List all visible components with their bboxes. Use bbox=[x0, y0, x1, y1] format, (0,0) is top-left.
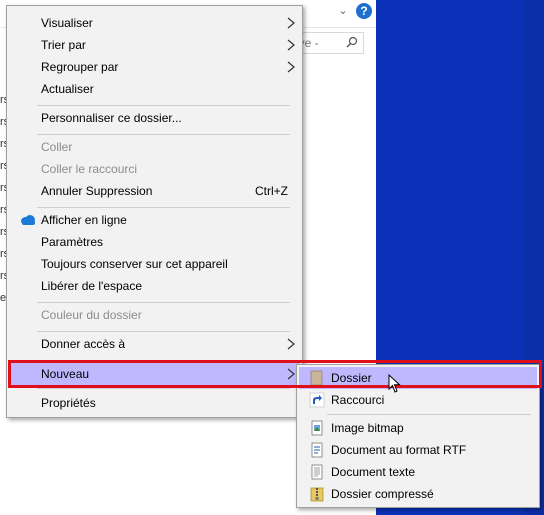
submenu-item-label: Raccourci bbox=[331, 393, 385, 407]
menu-item-label: Nouveau bbox=[41, 367, 90, 381]
menu-item-coller: Coller bbox=[9, 136, 300, 158]
menu-item-actualiser[interactable]: Actualiser bbox=[9, 78, 300, 100]
submenu-item-label: Dossier compressé bbox=[331, 487, 434, 501]
chevron-right-icon bbox=[287, 338, 295, 350]
menu-item-label: Coller le raccourci bbox=[41, 162, 138, 176]
bitmap-icon bbox=[311, 420, 323, 436]
menu-separator bbox=[37, 134, 290, 135]
chevron-right-icon bbox=[287, 368, 295, 380]
menu-separator bbox=[37, 207, 290, 208]
chevron-right-icon bbox=[287, 61, 295, 73]
folder-icon bbox=[310, 370, 323, 386]
submenu-separator bbox=[327, 414, 531, 415]
submenu-item-image-bitmap[interactable]: Image bitmap bbox=[299, 417, 537, 439]
menu-item-couleur-dossier: Couleur du dossier bbox=[9, 304, 300, 326]
menu-item-toujours-conserver[interactable]: Toujours conserver sur cet appareil bbox=[9, 253, 300, 275]
menu-item-trier-par[interactable]: Trier par bbox=[9, 34, 300, 56]
menu-item-label: Annuler Suppression bbox=[41, 184, 153, 198]
submenu-item-dossier[interactable]: Dossier bbox=[299, 367, 537, 389]
menu-item-proprietes[interactable]: Propriétés bbox=[9, 392, 300, 414]
submenu-item-dossier-compresse[interactable]: Dossier compressé bbox=[299, 483, 537, 505]
submenu-item-label: Dossier bbox=[331, 371, 372, 385]
mouse-cursor-icon bbox=[388, 374, 401, 393]
menu-item-donner-acces[interactable]: Donner accès à bbox=[9, 333, 300, 355]
text-document-icon bbox=[311, 464, 323, 480]
menu-item-label: Propriétés bbox=[41, 396, 96, 410]
menu-item-liberer-espace[interactable]: Libérer de l'espace bbox=[9, 275, 300, 297]
menu-item-label: Visualiser bbox=[41, 16, 93, 30]
menu-item-parametres[interactable]: Paramètres bbox=[9, 231, 300, 253]
menu-item-label: Personnaliser ce dossier... bbox=[41, 111, 182, 125]
shortcut-label: Ctrl+Z bbox=[255, 184, 288, 198]
menu-item-visualiser[interactable]: Visualiser bbox=[9, 12, 300, 34]
menu-item-label: Trier par bbox=[41, 38, 86, 52]
menu-separator bbox=[37, 360, 290, 361]
menu-item-label: Afficher en ligne bbox=[41, 213, 127, 227]
menu-item-afficher-en-ligne[interactable]: Afficher en ligne bbox=[9, 209, 300, 231]
menu-separator bbox=[37, 105, 290, 106]
submenu-item-document-rtf[interactable]: Document au format RTF bbox=[299, 439, 537, 461]
menu-separator bbox=[37, 331, 290, 332]
rtf-document-icon bbox=[311, 442, 323, 458]
menu-item-label: Regrouper par bbox=[41, 60, 119, 74]
menu-item-label: Toujours conserver sur cet appareil bbox=[41, 257, 228, 271]
help-icon[interactable]: ? bbox=[356, 3, 372, 19]
menu-item-nouveau[interactable]: Nouveau bbox=[9, 363, 300, 385]
menu-item-regrouper-par[interactable]: Regrouper par bbox=[9, 56, 300, 78]
chevron-right-icon bbox=[287, 39, 295, 51]
menu-item-label: Couleur du dossier bbox=[41, 308, 142, 322]
menu-item-coller-raccourci: Coller le raccourci bbox=[9, 158, 300, 180]
chevron-down-icon[interactable]: ⌄ bbox=[336, 4, 350, 18]
menu-item-label: Actualiser bbox=[41, 82, 94, 96]
submenu-item-label: Image bitmap bbox=[331, 421, 404, 435]
menu-item-label: Libérer de l'espace bbox=[41, 279, 143, 293]
zip-folder-icon bbox=[310, 487, 324, 502]
submenu-item-label: Document texte bbox=[331, 465, 416, 479]
menu-item-annuler-suppression[interactable]: Annuler Suppression Ctrl+Z bbox=[9, 180, 300, 202]
menu-item-label: Coller bbox=[41, 140, 73, 154]
menu-item-label: Paramètres bbox=[41, 235, 104, 249]
onedrive-cloud-icon bbox=[21, 215, 35, 225]
menu-item-personnaliser[interactable]: Personnaliser ce dossier... bbox=[9, 107, 300, 129]
menu-item-label: Donner accès à bbox=[41, 337, 126, 351]
shortcut-icon bbox=[309, 392, 325, 408]
chevron-right-icon bbox=[287, 17, 295, 29]
context-menu: Visualiser Trier par Regrouper par Actua… bbox=[6, 5, 303, 418]
new-submenu: Dossier Raccourci Image bitmap Document … bbox=[296, 364, 540, 508]
submenu-item-raccourci[interactable]: Raccourci bbox=[299, 389, 537, 411]
menu-separator bbox=[37, 302, 290, 303]
search-icon bbox=[346, 36, 358, 48]
submenu-item-label: Document au format RTF bbox=[331, 443, 467, 457]
menu-separator bbox=[37, 388, 290, 389]
submenu-item-document-texte[interactable]: Document texte bbox=[299, 461, 537, 483]
